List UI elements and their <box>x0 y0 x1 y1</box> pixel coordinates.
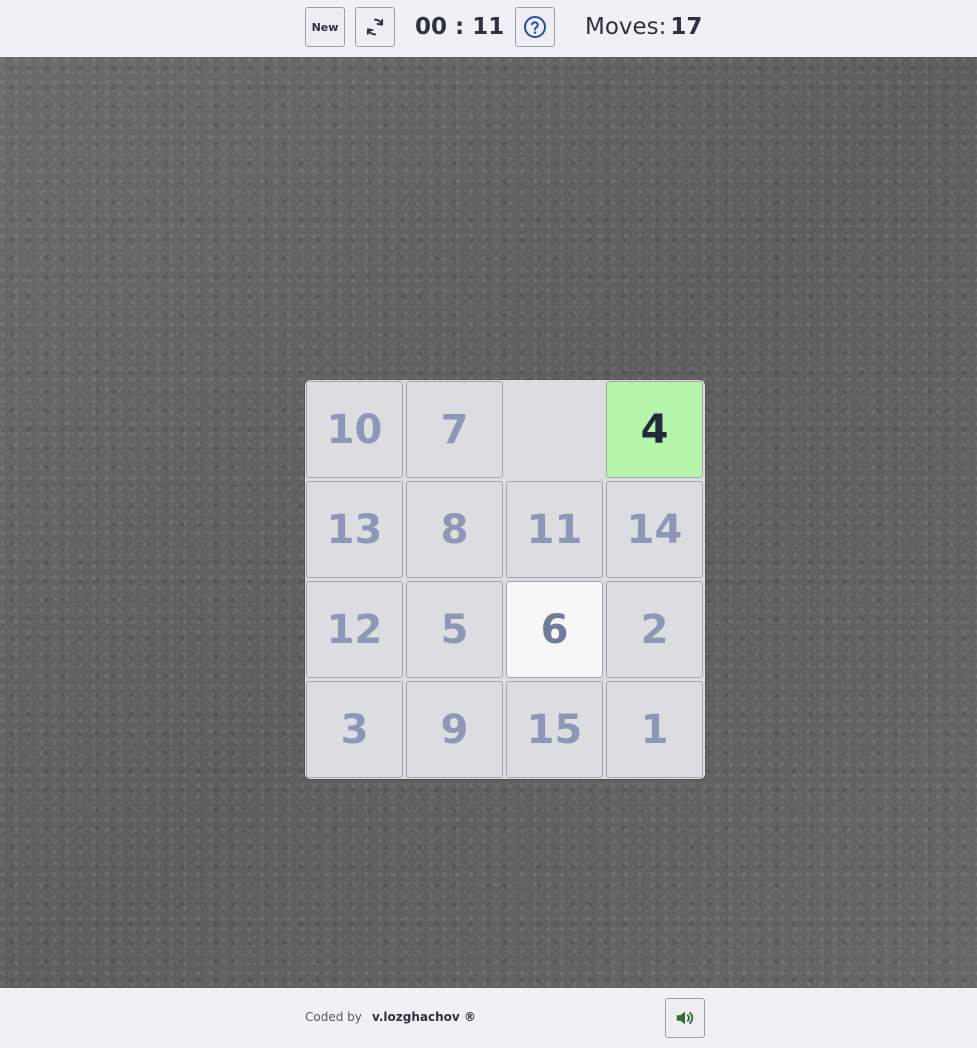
moves-label: Moves: <box>585 14 667 40</box>
empty-slot <box>506 381 603 478</box>
puzzle-tile[interactable]: 6 <box>506 581 603 678</box>
moves-counter: Moves: 17 <box>585 11 702 43</box>
puzzle-tile[interactable]: 5 <box>406 581 503 678</box>
puzzle-tile[interactable]: 11 <box>506 481 603 578</box>
puzzle-tile[interactable]: 10 <box>306 381 403 478</box>
help-button[interactable] <box>515 7 555 47</box>
puzzle-tile[interactable]: 1 <box>606 681 703 778</box>
restart-button[interactable] <box>355 7 395 47</box>
speaker-icon <box>676 1011 694 1025</box>
new-game-button[interactable]: New <box>305 7 345 47</box>
puzzle-tile[interactable]: 13 <box>306 481 403 578</box>
question-circle-icon <box>524 16 546 38</box>
puzzle-board: 10 7 4 13 8 11 14 12 5 6 2 3 9 15 1 <box>305 380 705 779</box>
puzzle-tile[interactable]: 8 <box>406 481 503 578</box>
puzzle-tile[interactable]: 12 <box>306 581 403 678</box>
puzzle-tile[interactable]: 4 <box>606 381 703 478</box>
refresh-icon <box>366 18 384 36</box>
game-area: 10 7 4 13 8 11 14 12 5 6 2 3 9 15 1 <box>0 57 977 988</box>
top-bar: New 00 : 11 Moves: 17 <box>0 0 977 57</box>
puzzle-tile[interactable]: 15 <box>506 681 603 778</box>
puzzle-tile[interactable]: 7 <box>406 381 503 478</box>
puzzle-tile[interactable]: 2 <box>606 581 703 678</box>
timer-display: 00 : 11 <box>415 14 505 40</box>
puzzle-tile[interactable]: 14 <box>606 481 703 578</box>
moves-count: 17 <box>670 14 703 40</box>
puzzle-tile[interactable]: 9 <box>406 681 503 778</box>
footer: Coded by v.lozghachov ® <box>0 988 977 1048</box>
author-link[interactable]: v.lozghachov ® <box>372 1010 476 1024</box>
puzzle-tile[interactable]: 3 <box>306 681 403 778</box>
coded-by-label: Coded by <box>305 1010 362 1024</box>
sound-toggle-button[interactable] <box>665 998 705 1038</box>
